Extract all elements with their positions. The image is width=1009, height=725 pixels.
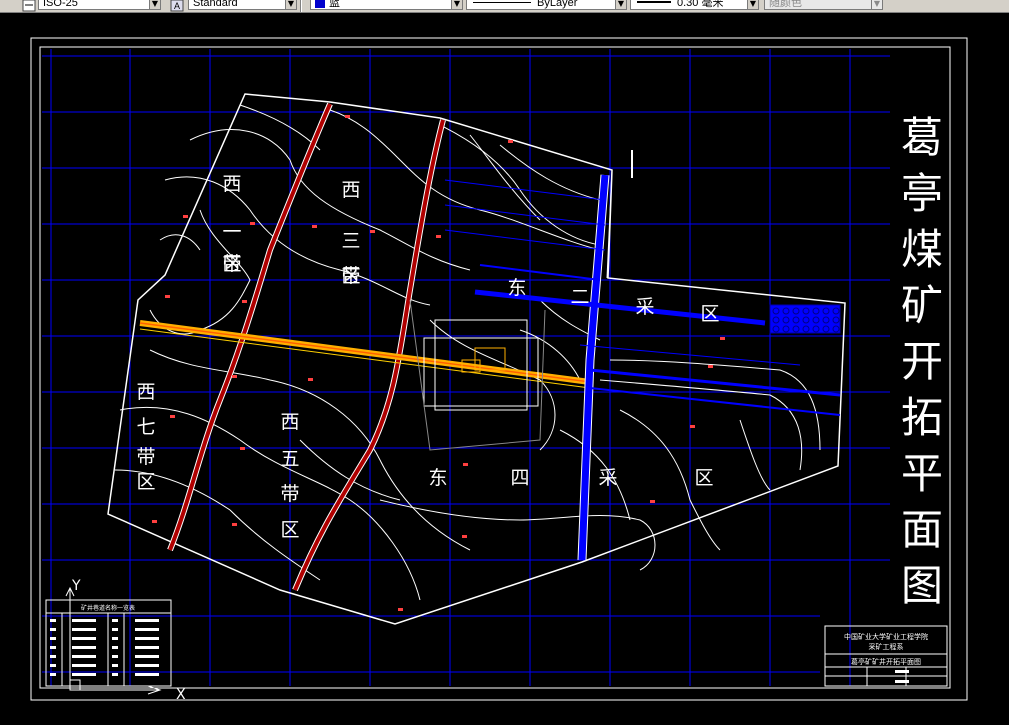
chevron-down-icon[interactable]: ▼: [285, 0, 297, 10]
color-select[interactable]: 蓝: [310, 0, 452, 10]
chevron-down-icon[interactable]: ▼: [149, 0, 161, 10]
chevron-down-icon[interactable]: ▼: [451, 0, 463, 10]
lineweight-select[interactable]: 0.30 毫米: [630, 0, 748, 10]
main-roadway: [139, 320, 591, 389]
region-label-east-4: 东四采区: [428, 467, 713, 489]
linetype-preview: [473, 2, 531, 3]
color-swatch: [315, 0, 325, 8]
ucs-x-label: X: [176, 687, 186, 703]
title-block-school: 中国矿业大学矿业工程学院: [844, 632, 928, 641]
title-block-department: 采矿工程系: [869, 642, 904, 651]
dimstyle-icon[interactable]: [22, 0, 36, 12]
region-labels: 西一带区西三带区西五带区西七带区东二采区东四采区: [136, 173, 719, 541]
model-space-canvas[interactable]: 西一带区西三带区西五带区西七带区东二采区东四采区 葛亭煤矿开拓平面图 Y X 矿…: [0, 12, 1009, 725]
chevron-down-icon[interactable]: ▼: [747, 0, 759, 10]
color-select-label: 蓝: [329, 0, 340, 9]
legend-table-rows: [50, 619, 159, 676]
chevron-down-icon[interactable]: ▼: [871, 0, 883, 10]
drawing-title: 葛亭煤矿开拓平面图: [901, 113, 943, 610]
legend-table-title: 矿井巷道名称一览表: [81, 604, 135, 612]
hatched-area: [769, 304, 841, 334]
lineweight-preview: [637, 1, 671, 3]
ucs-y-label: Y: [71, 578, 81, 594]
toolbar-separator: [300, 0, 302, 12]
drawing-title-text: 葛亭煤矿开拓平面图: [901, 113, 943, 610]
dimstyle-select[interactable]: ISO-25: [38, 0, 150, 10]
textstyle-icon[interactable]: A: [170, 0, 184, 12]
textstyle-select[interactable]: Standard: [188, 0, 286, 10]
linetype-select-label: ByLayer: [537, 0, 578, 9]
svg-text:A: A: [174, 1, 180, 11]
lineweight-select-label: 0.30 毫米: [677, 0, 724, 9]
ucs-icon: [65, 586, 162, 695]
contour-lines: [114, 104, 821, 601]
region-label-west-3: 西三带区: [341, 179, 360, 287]
plotstyle-select[interactable]: 随颜色: [764, 0, 872, 10]
title-block-drawing-name: 葛亭矿矿井开拓平面图: [851, 657, 921, 666]
region-label-west-7: 西七带区: [136, 381, 155, 493]
linetype-select[interactable]: ByLayer: [466, 0, 616, 10]
east-roadways: [444, 174, 841, 561]
region-label-west-1: 西一带区: [222, 173, 241, 275]
chevron-down-icon[interactable]: ▼: [615, 0, 627, 10]
